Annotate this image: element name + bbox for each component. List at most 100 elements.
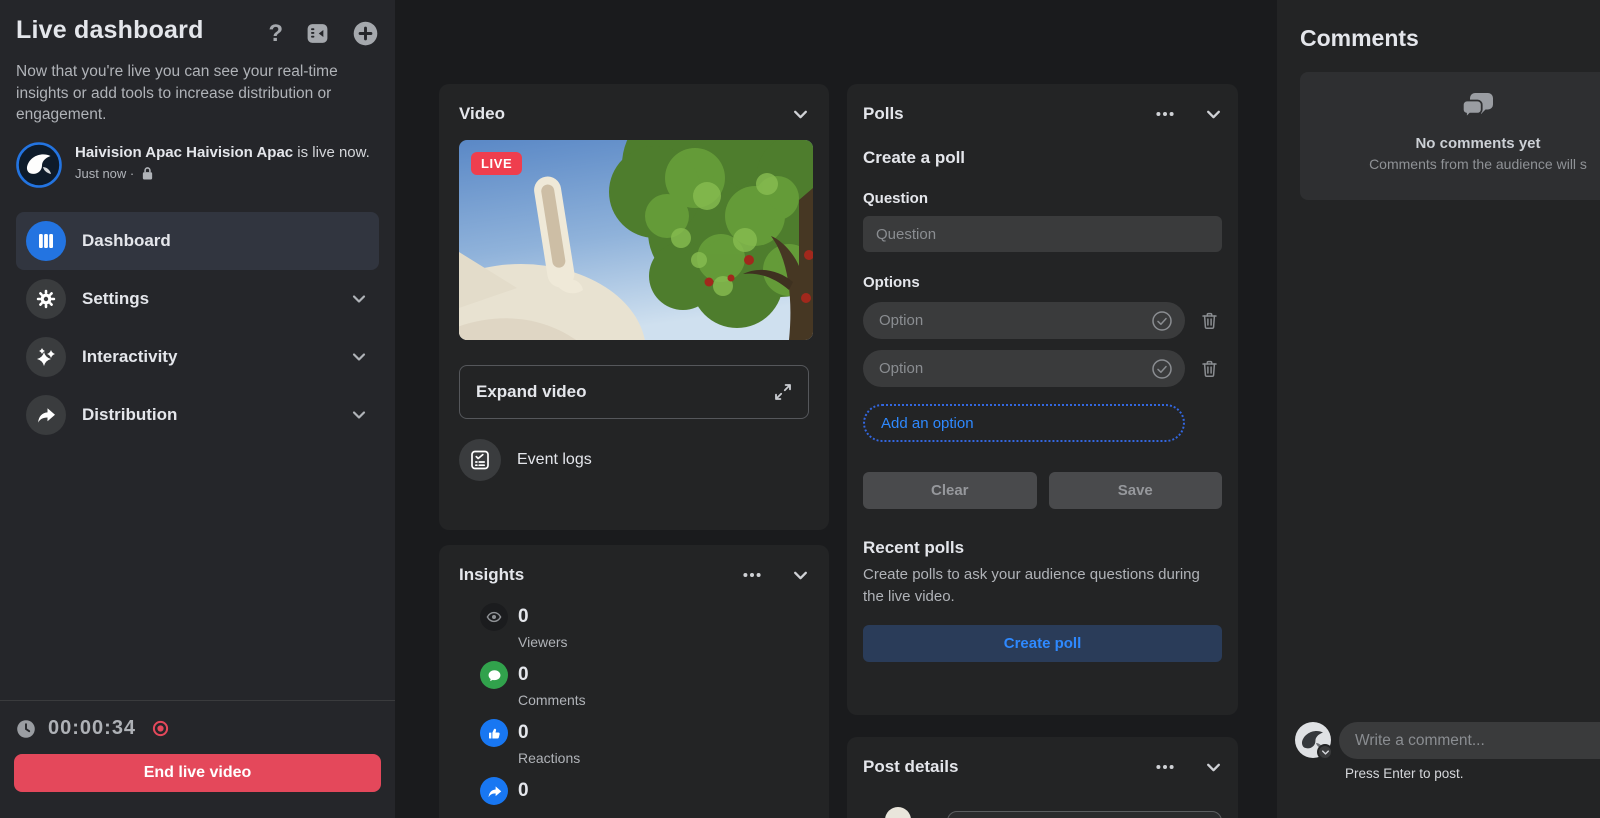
help-icon[interactable]: ? [268, 22, 283, 46]
comment-hint: Press Enter to post. [1345, 766, 1464, 781]
more-options-icon[interactable] [742, 565, 762, 585]
post-details-card: Post details [847, 737, 1238, 818]
page-title: Live dashboard [16, 16, 204, 45]
stat-comments: 0 Comments [480, 661, 809, 708]
live-producer-app: Live dashboard ? Now that you're live yo… [0, 0, 1600, 818]
create-poll-button[interactable]: Create poll [863, 625, 1222, 662]
post-preview-box [947, 811, 1222, 818]
clear-button[interactable]: Clear [863, 472, 1037, 509]
trash-icon[interactable] [1200, 359, 1219, 378]
sidebar: Live dashboard ? Now that you're live yo… [0, 0, 395, 818]
chevron-down-icon[interactable] [1205, 106, 1222, 123]
live-status-text: Haivision Apac Haivision Apac is live no… [75, 142, 375, 163]
sidebar-item-label: Settings [82, 289, 149, 309]
question-input[interactable] [863, 216, 1222, 252]
live-status-suffix: is live now. [293, 144, 370, 161]
add-icon[interactable] [352, 20, 379, 47]
option-row [863, 302, 1222, 339]
sidebar-description: Now that you're live you can see your re… [16, 61, 356, 126]
no-comments-subtitle: Comments from the audience will s [1300, 156, 1600, 172]
live-video-preview[interactable]: LIVE [459, 140, 813, 340]
stat-shares: 0 [480, 777, 809, 808]
eye-icon [480, 603, 508, 631]
event-logs-icon [459, 439, 501, 481]
sparkles-icon [26, 337, 66, 377]
share-icon [480, 777, 508, 805]
comment-input[interactable] [1339, 722, 1600, 759]
broadcaster-name: Haivision Apac Haivision Apac [75, 144, 293, 161]
trash-icon[interactable] [1200, 311, 1219, 330]
stat-label: Comments [518, 692, 809, 708]
gear-icon [26, 279, 66, 319]
option-row [863, 350, 1222, 387]
sidebar-item-settings[interactable]: Settings [16, 270, 379, 328]
option-input[interactable] [879, 312, 1151, 329]
insights-card-title: Insights [459, 565, 524, 585]
video-card-title: Video [459, 104, 505, 124]
sidebar-item-label: Interactivity [82, 347, 177, 367]
stat-value: 0 [518, 664, 809, 686]
chevron-down-icon[interactable] [792, 106, 809, 123]
stat-reactions: 0 Reactions [480, 719, 809, 766]
stat-value: 0 [518, 722, 809, 744]
video-card: Video [439, 84, 829, 530]
sidebar-footer: 00:00:34 End live video [0, 700, 395, 818]
recent-polls-description: Create polls to ask your audience questi… [863, 564, 1222, 608]
expand-video-button[interactable]: Expand video [459, 365, 809, 419]
no-comments-title: No comments yet [1300, 135, 1600, 152]
sidebar-item-label: Distribution [82, 405, 177, 425]
check-circle-icon[interactable] [1151, 310, 1173, 332]
sidebar-item-label: Dashboard [82, 231, 171, 251]
add-option-button[interactable]: Add an option [863, 404, 1185, 442]
comments-empty-state: No comments yet Comments from the audien… [1300, 72, 1600, 200]
live-status-meta: Just now · [75, 166, 134, 181]
stat-value: 0 [518, 606, 809, 628]
check-circle-icon[interactable] [1151, 358, 1173, 380]
comments-title: Comments [1300, 25, 1419, 52]
sidebar-nav: Dashboard Settings Interactivity [16, 212, 379, 444]
event-logs-item[interactable]: Event logs [459, 439, 809, 481]
collapse-panel-icon[interactable] [305, 21, 330, 46]
post-avatar [885, 807, 911, 818]
save-button[interactable]: Save [1049, 472, 1223, 509]
sidebar-header: Live dashboard ? [16, 16, 379, 47]
sidebar-item-distribution[interactable]: Distribution [16, 386, 379, 444]
chevron-down-icon[interactable] [1205, 759, 1222, 776]
live-timer: 00:00:34 [48, 717, 136, 740]
option-input[interactable] [879, 360, 1151, 377]
chevron-down-icon [351, 291, 367, 307]
create-poll-heading: Create a poll [863, 148, 1222, 168]
chevron-badge-icon[interactable] [1317, 744, 1333, 760]
comments-panel: Comments No comments yet Comments from t… [1277, 0, 1600, 818]
more-options-icon[interactable] [1155, 757, 1175, 777]
dashboard-icon [26, 221, 66, 261]
stat-value: 0 [518, 780, 809, 802]
live-badge: LIVE [471, 152, 522, 175]
comment-icon [480, 661, 508, 689]
live-status: Haivision Apac Haivision Apac is live no… [16, 142, 379, 188]
sidebar-item-interactivity[interactable]: Interactivity [16, 328, 379, 386]
sidebar-item-dashboard[interactable]: Dashboard [16, 212, 379, 270]
clock-icon [16, 719, 36, 739]
event-logs-label: Event logs [517, 451, 592, 469]
avatar [16, 142, 62, 188]
recent-polls-heading: Recent polls [863, 538, 1222, 558]
polls-card-title: Polls [863, 104, 904, 124]
speech-bubbles-icon [1461, 92, 1495, 120]
more-options-icon[interactable] [1155, 104, 1175, 124]
polls-card: Polls Create a poll Question Options [847, 84, 1238, 715]
stat-label: Reactions [518, 750, 809, 766]
insights-card: Insights 0 Viewers [439, 545, 829, 818]
lock-icon [141, 166, 154, 181]
expand-video-label: Expand video [476, 382, 587, 402]
end-live-video-button[interactable]: End live video [14, 754, 381, 792]
stat-label: Viewers [518, 634, 809, 650]
chevron-down-icon[interactable] [792, 567, 809, 584]
question-label: Question [863, 190, 1222, 207]
stat-viewers: 0 Viewers [480, 603, 809, 650]
chevron-down-icon [351, 407, 367, 423]
expand-icon [774, 383, 792, 401]
post-details-title: Post details [863, 757, 958, 777]
thumbs-up-icon [480, 719, 508, 747]
record-indicator-icon [152, 720, 169, 737]
